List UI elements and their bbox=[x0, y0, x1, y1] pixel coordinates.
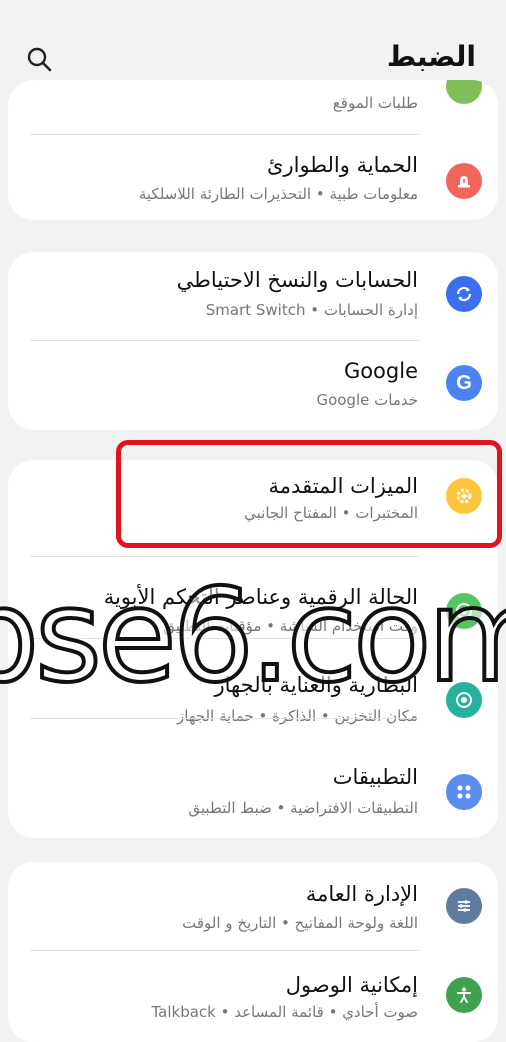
sliders-icon bbox=[446, 888, 482, 924]
settings-item-digital-wellbeing[interactable]: الحالة الرقمية وعناصر التحكم الأبوية وقت… bbox=[8, 557, 498, 645]
settings-item-subtitle: طلبات الموقع bbox=[332, 94, 418, 112]
settings-item-title: Google bbox=[343, 359, 418, 383]
settings-item-title: إمكانية الوصول bbox=[285, 973, 418, 997]
settings-item-apps[interactable]: التطبيقات التطبيقات الافتراضية • ضبط الت… bbox=[8, 719, 498, 838]
settings-item-accounts-backup[interactable]: الحسابات والنسخ الاحتياطي إدارة الحسابات… bbox=[8, 252, 498, 340]
settings-item-title: الحماية والطوارئ bbox=[267, 153, 418, 177]
settings-group-1: طلبات الموقع الحماية والطوارئ معلومات طب… bbox=[8, 80, 498, 220]
search-icon[interactable] bbox=[24, 44, 58, 78]
settings-group-4: الإدارة العامة اللغة ولوحة المفاتيح • ال… bbox=[8, 862, 498, 1042]
settings-item-title: البطارية والعناية بالجهاز bbox=[214, 673, 418, 697]
google-icon: G bbox=[446, 365, 482, 401]
page-title: الضبط bbox=[386, 40, 476, 73]
settings-item-google[interactable]: Google خدمات Google G bbox=[8, 341, 498, 430]
settings-item-title: الإدارة العامة bbox=[305, 882, 418, 906]
heart-icon bbox=[446, 593, 482, 629]
location-icon bbox=[446, 80, 482, 104]
settings-item-subtitle: إدارة الحسابات • Smart Switch bbox=[205, 301, 418, 319]
apps-icon bbox=[446, 774, 482, 810]
settings-item-location[interactable]: طلبات الموقع bbox=[8, 80, 498, 135]
accessibility-icon bbox=[446, 977, 482, 1013]
settings-item-subtitle: صوت أحادي • قائمة المساعد • Talkback bbox=[151, 1003, 418, 1021]
settings-item-subtitle: اللغة ولوحة المفاتيح • التاريخ و الوقت bbox=[182, 914, 418, 932]
highlight-box bbox=[116, 440, 502, 548]
settings-item-battery-device-care[interactable]: البطارية والعناية بالجهاز مكان التخزين •… bbox=[8, 639, 498, 727]
settings-item-title: التطبيقات bbox=[332, 765, 418, 789]
alert-icon bbox=[446, 163, 482, 199]
settings-item-subtitle: خدمات Google bbox=[316, 391, 418, 409]
settings-group-2: الحسابات والنسخ الاحتياطي إدارة الحسابات… bbox=[8, 252, 498, 430]
device-care-icon bbox=[446, 682, 482, 718]
settings-item-subtitle: وقت استخدام الشاشة • مؤقتات التطبيق bbox=[163, 617, 418, 635]
settings-item-title: الحسابات والنسخ الاحتياطي bbox=[176, 268, 418, 292]
settings-item-general-management[interactable]: الإدارة العامة اللغة ولوحة المفاتيح • ال… bbox=[8, 862, 498, 950]
settings-item-safety-emergency[interactable]: الحماية والطوارئ معلومات طبية • التحذيرا… bbox=[8, 135, 498, 220]
settings-item-subtitle: التطبيقات الافتراضية • ضبط التطبيق bbox=[188, 799, 418, 817]
settings-item-subtitle: معلومات طبية • التحذيرات الطارئة اللاسلك… bbox=[138, 185, 418, 203]
sync-icon bbox=[446, 276, 482, 312]
settings-item-accessibility[interactable]: إمكانية الوصول صوت أحادي • قائمة المساعد… bbox=[8, 951, 498, 1042]
settings-item-title: الحالة الرقمية وعناصر التحكم الأبوية bbox=[103, 585, 418, 609]
